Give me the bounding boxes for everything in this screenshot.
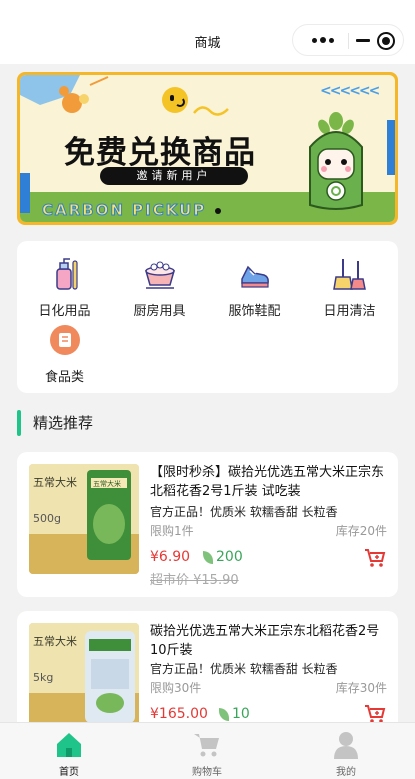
mascot-icon — [309, 112, 363, 210]
product-image: 五常大米 5kg — [29, 623, 139, 733]
tab-bar: 首页 购物车 我的 — [0, 722, 415, 779]
category-label: 日化用品 — [38, 304, 91, 319]
product-carbon: 10 — [219, 706, 250, 722]
rice-bag-image: 五常大米 5kg — [29, 623, 139, 733]
leaf-icon — [219, 707, 229, 721]
tab-cart[interactable]: 购物车 — [138, 723, 276, 779]
product-carbon-value: 10 — [232, 706, 250, 722]
more-icon[interactable] — [301, 25, 345, 55]
product-carbon-value: 200 — [216, 549, 243, 565]
product-price: ¥165.00 — [150, 706, 208, 722]
kitchenware-icon — [144, 261, 175, 289]
product-stock: 库存30件 — [335, 681, 387, 695]
category-label: 食品类 — [44, 370, 84, 385]
carousel-indicator — [215, 208, 221, 214]
smiley-icon — [162, 87, 188, 113]
section-title: 精选推荐 — [33, 414, 94, 432]
product-desc: 官方正品！优质米 软糯香甜 长粒香 — [150, 505, 338, 519]
close-icon[interactable] — [377, 32, 395, 50]
rice-bag-label: 五常大米 — [93, 479, 121, 488]
tab-home[interactable]: 首页 — [0, 723, 138, 779]
toiletries-icon — [55, 258, 78, 290]
section-accent-bar — [17, 410, 21, 436]
product-price: ¥6.90 — [150, 549, 191, 565]
banner-brand: CARBON PICKUP — [41, 201, 207, 220]
tab-label: 我的 — [336, 767, 356, 778]
tab-profile[interactable]: 我的 — [277, 723, 415, 779]
capsule-divider — [348, 33, 349, 49]
category-label: 厨房用具 — [133, 304, 186, 319]
cleaning-icon — [332, 259, 366, 290]
add-to-cart-icon[interactable] — [364, 548, 386, 568]
category-food[interactable]: 食品类 — [17, 323, 112, 385]
product-limit: 限购30件 — [150, 681, 202, 695]
category-label: 日用清洁 — [323, 304, 376, 319]
leaf-icon — [203, 550, 213, 564]
tab-label: 首页 — [59, 767, 79, 778]
product-name: 碳拾光优选五常大米正宗东北稻花香2号10斤装 — [150, 624, 380, 658]
user-icon — [334, 732, 358, 759]
banner-stripe-right — [387, 120, 395, 175]
cart-icon — [194, 734, 219, 757]
category-kitchenware[interactable]: 厨房用具 — [112, 257, 207, 319]
product-limit: 限购1件 — [150, 524, 194, 538]
tab-label: 购物车 — [192, 767, 222, 778]
product-card[interactable]: 五常大米 500g 五常大米 【限时秒杀】碳拾光优选五常大米正宗东北稻花香2号1… — [17, 452, 398, 597]
category-toiletries[interactable]: 日化用品 — [17, 257, 112, 319]
product-image: 五常大米 500g 五常大米 — [29, 464, 139, 574]
product-stock: 库存20件 — [335, 524, 387, 538]
chevrons-decoration: <<<<<< — [320, 83, 380, 99]
food-icon — [49, 325, 80, 355]
banner-stripe-left — [20, 173, 30, 213]
product-carbon: 200 — [203, 549, 243, 565]
shoe-icon — [240, 265, 269, 288]
rice-bag-side-label: 五常大米 — [33, 475, 77, 489]
product-desc: 官方正品！优质米 软糯香甜 长粒香 — [150, 662, 338, 676]
add-to-cart-icon[interactable] — [364, 704, 386, 724]
category-apparel[interactable]: 服饰鞋配 — [207, 257, 302, 319]
rice-bag-image: 五常大米 500g 五常大米 — [29, 464, 139, 574]
category-cleaning[interactable]: 日用清洁 — [302, 257, 397, 319]
category-grid: 日化用品 厨房用具 服饰鞋配 日用清洁 食品类 — [17, 241, 398, 393]
banner-inner: <<<<<< 免费兑换商品 邀请新用户 CARBON PICKUP — [20, 75, 395, 222]
banner-subtitle: 邀请新用户 — [100, 167, 248, 185]
flower-decoration-icon — [20, 75, 109, 113]
rice-bag-side-label: 五常大米 — [33, 634, 77, 648]
minimize-icon[interactable] — [353, 25, 375, 55]
home-icon — [57, 733, 81, 757]
product-name: 【限时秒杀】碳拾光优选五常大米正宗东北稻花香2号1斤装 试吃装 — [150, 465, 385, 499]
capsule-menu — [292, 24, 404, 56]
banner-title: 免费兑换商品 — [64, 135, 256, 171]
category-label: 服饰鞋配 — [228, 304, 281, 319]
rice-weight-label: 500g — [33, 512, 61, 525]
nav-bar: 商城 — [0, 0, 415, 64]
promo-banner[interactable]: <<<<<< 免费兑换商品 邀请新用户 CARBON PICKUP — [17, 72, 398, 225]
product-old-price: 超市价 ¥15.90 — [150, 573, 239, 588]
squiggle-icon — [193, 106, 229, 116]
rice-weight-label: 5kg — [33, 671, 53, 684]
